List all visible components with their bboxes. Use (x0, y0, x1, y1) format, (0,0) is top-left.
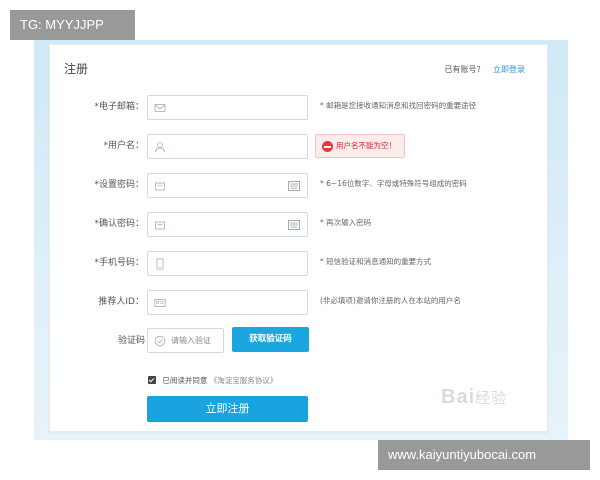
phone-icon (156, 258, 164, 270)
phone-field[interactable] (147, 251, 308, 276)
id-card-icon (154, 299, 166, 307)
referrer-label: 推荐人ID： (98, 297, 144, 307)
baidu-watermark: Bai经验 (441, 386, 508, 408)
confirm-password-hint: * 再次输入密码 (320, 218, 372, 227)
agree-checkbox[interactable] (148, 376, 156, 384)
bottom-overlay-tag: www.kaiyuntiyubocai.com (378, 440, 590, 470)
captcha-label: 验证码 (117, 336, 145, 346)
username-error: 用户名不能为空！ (315, 134, 405, 158)
phone-hint: * 短信验证和消息通知的重要方式 (320, 257, 432, 266)
username-field[interactable] (147, 134, 308, 159)
keyboard-icon[interactable] (288, 220, 300, 230)
referrer-hint: (非必填项)邀请你注册的人在本站的用户名 (320, 296, 461, 305)
get-code-button[interactable]: 获取验证码 (232, 327, 309, 352)
email-icon (154, 104, 166, 112)
register-button[interactable]: 立即注册 (147, 396, 308, 422)
login-prompt: 已有账号？ (444, 65, 485, 74)
email-label: *电子邮箱： (94, 102, 144, 112)
page-title: 注册 (64, 62, 89, 76)
lock-icon (155, 221, 165, 230)
keyboard-icon[interactable] (288, 181, 300, 191)
captcha-input[interactable]: 请输入验证 (147, 328, 224, 353)
password-hint: * 6~16位数字、字母或特殊符号组成的密码 (320, 179, 467, 188)
lock-icon (155, 182, 165, 191)
password-label: *设置密码： (94, 180, 144, 190)
username-error-text: 用户名不能为空！ (336, 141, 396, 150)
confirm-password-label: *确认密码： (94, 219, 144, 229)
agree-text: 已阅读并同意 (162, 376, 208, 385)
email-field[interactable] (147, 95, 308, 120)
error-icon (322, 141, 333, 152)
username-label: *用户名： (103, 141, 144, 151)
email-hint: * 邮箱是您接收通知消息和找回密码的重要途径 (320, 101, 477, 110)
user-icon (155, 142, 165, 153)
password-field[interactable] (147, 173, 308, 198)
top-overlay-tag: TG: MYYJJPP (10, 10, 135, 40)
login-link[interactable]: 立即登录 (493, 65, 525, 74)
agreement-link[interactable]: 《淘淀宝服务协议》 (210, 376, 278, 385)
captcha-placeholder: 请输入验证 (171, 336, 211, 345)
check-circle-icon (154, 335, 166, 347)
phone-label: *手机号码： (94, 258, 144, 268)
agreement-row: 已阅读并同意 《淘淀宝服务协议》 (148, 376, 277, 386)
login-hint: 已有账号？ 立即登录 (444, 65, 525, 75)
referrer-field[interactable] (147, 290, 308, 315)
confirm-password-field[interactable] (147, 212, 308, 237)
